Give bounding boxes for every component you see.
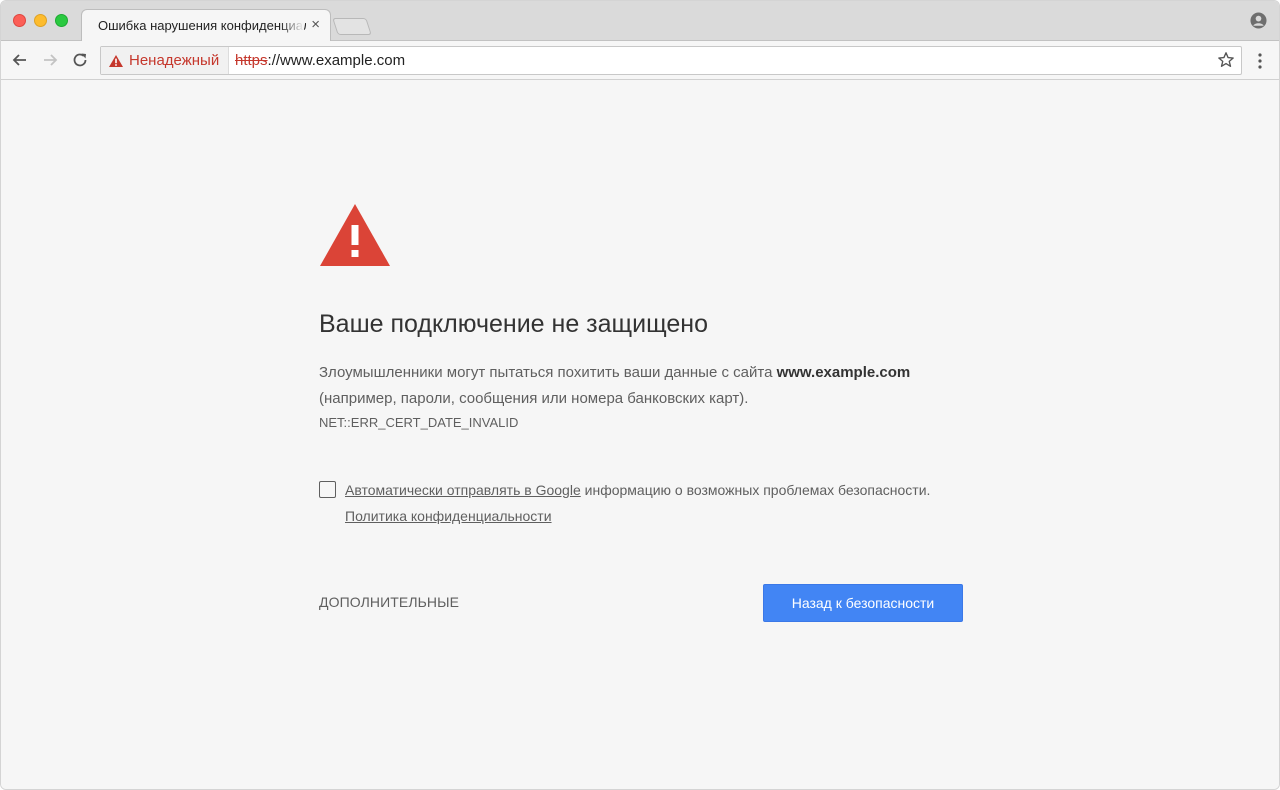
forward-arrow-icon[interactable]	[40, 50, 60, 70]
page-title: Ваше подключение не защищено	[319, 310, 708, 338]
back-to-safety-button[interactable]: Назад к безопасности	[763, 584, 963, 622]
advanced-button[interactable]: ДОПОЛНИТЕЛЬНЫЕ	[319, 594, 459, 610]
security-label: Ненадежный	[129, 52, 220, 69]
tab-title-fade	[280, 12, 304, 36]
report-rest: информацию о возможных проблемах безопас…	[580, 482, 931, 498]
window-close-button[interactable]	[13, 14, 26, 27]
warning-triangle-icon	[320, 204, 390, 266]
report-text: Автоматически отправлять в Google информ…	[345, 482, 930, 498]
url-scheme: https	[235, 52, 268, 69]
privacy-policy-link[interactable]: Политика конфиденциальности	[345, 508, 552, 524]
error-code[interactable]: NET::ERR_CERT_DATE_INVALID	[319, 415, 518, 430]
site-domain: www.example.com	[776, 364, 911, 381]
address-bar[interactable]: Ненадежный https://www.example.com	[100, 46, 1242, 75]
explanation-suffix: (например, пароли, сообщения или номера …	[319, 390, 749, 407]
reload-icon[interactable]	[70, 50, 90, 70]
interstitial-page: Ваше подключение не защищено Злоумышленн…	[1, 81, 1279, 789]
explanation-paragraph: Злоумышленники могут пытаться похитить в…	[319, 360, 979, 412]
url-text[interactable]: https://www.example.com	[235, 52, 405, 69]
menu-dots-icon[interactable]	[1257, 51, 1263, 71]
star-icon[interactable]	[1217, 51, 1235, 69]
warning-triangle-icon	[109, 54, 123, 67]
explanation-prefix: Злоумышленники могут пытаться похитить в…	[319, 364, 777, 381]
new-tab-button[interactable]	[332, 18, 372, 35]
tab-close-icon[interactable]: ×	[311, 16, 320, 34]
window-maximize-button[interactable]	[55, 14, 68, 27]
tab-title: Ошибка нарушения конфиденциальности	[98, 18, 306, 33]
tab-active[interactable]: Ошибка нарушения конфиденциальности ×	[81, 9, 331, 42]
url-host: ://www.example.com	[267, 52, 406, 69]
security-indicator[interactable]: Ненадежный	[101, 47, 229, 74]
back-arrow-icon[interactable]	[10, 50, 30, 70]
profile-icon[interactable]	[1250, 12, 1267, 29]
report-link[interactable]: Автоматически отправлять в Google	[345, 482, 581, 498]
window-minimize-button[interactable]	[34, 14, 47, 27]
report-checkbox[interactable]	[319, 481, 336, 498]
toolbar: Ненадежный https://www.example.com	[1, 41, 1279, 80]
browser-window: Ошибка нарушения конфиденциальности × Не…	[0, 0, 1280, 790]
tab-strip: Ошибка нарушения конфиденциальности ×	[1, 1, 1279, 42]
